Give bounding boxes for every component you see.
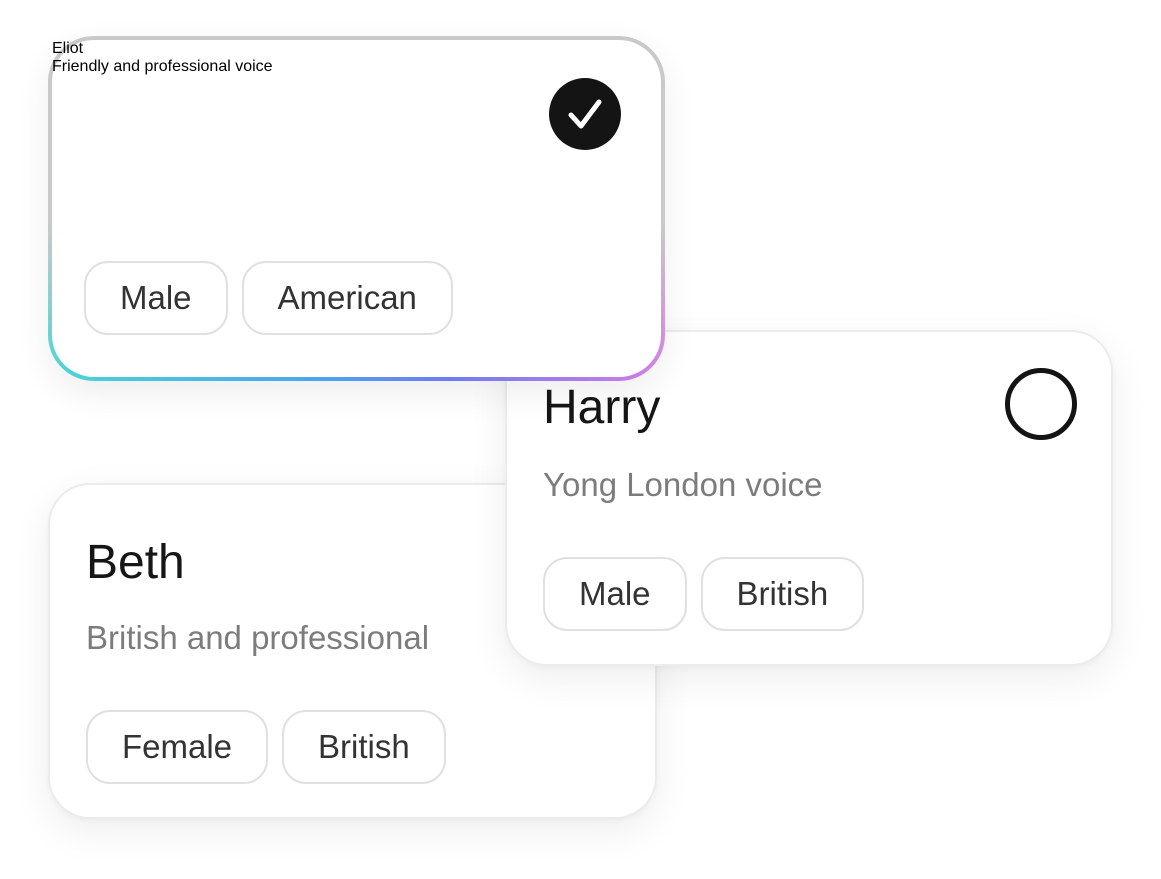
- tag-accent: American: [241, 261, 453, 335]
- voice-card-eliot-content: Eliot Friendly and professional voice Ma…: [52, 40, 661, 377]
- voice-description: Friendly and professional voice: [52, 58, 273, 75]
- tag-gender: Male: [84, 261, 228, 335]
- voice-tags: Male British: [543, 557, 865, 631]
- tag-gender: Male: [543, 557, 687, 631]
- voice-card-eliot[interactable]: Eliot Friendly and professional voice Ma…: [48, 36, 665, 381]
- voice-description: British and professional: [86, 619, 430, 656]
- voice-name: Harry: [543, 381, 661, 434]
- tag-gender: Female: [86, 710, 269, 784]
- voice-description: Yong London voice: [543, 466, 823, 503]
- voice-tags: Male American: [84, 261, 453, 335]
- check-circle-icon[interactable]: [549, 78, 621, 150]
- checkmark-icon: [568, 99, 602, 129]
- voice-name: Beth: [86, 536, 185, 589]
- voice-tags: Female British: [86, 710, 446, 784]
- voice-name: Eliot: [52, 40, 84, 57]
- voice-selector: Beth British and professional Female Bri…: [0, 0, 1161, 879]
- radio-unselected-icon[interactable]: [1005, 368, 1077, 440]
- tag-accent: British: [282, 710, 446, 784]
- tag-accent: British: [700, 557, 865, 631]
